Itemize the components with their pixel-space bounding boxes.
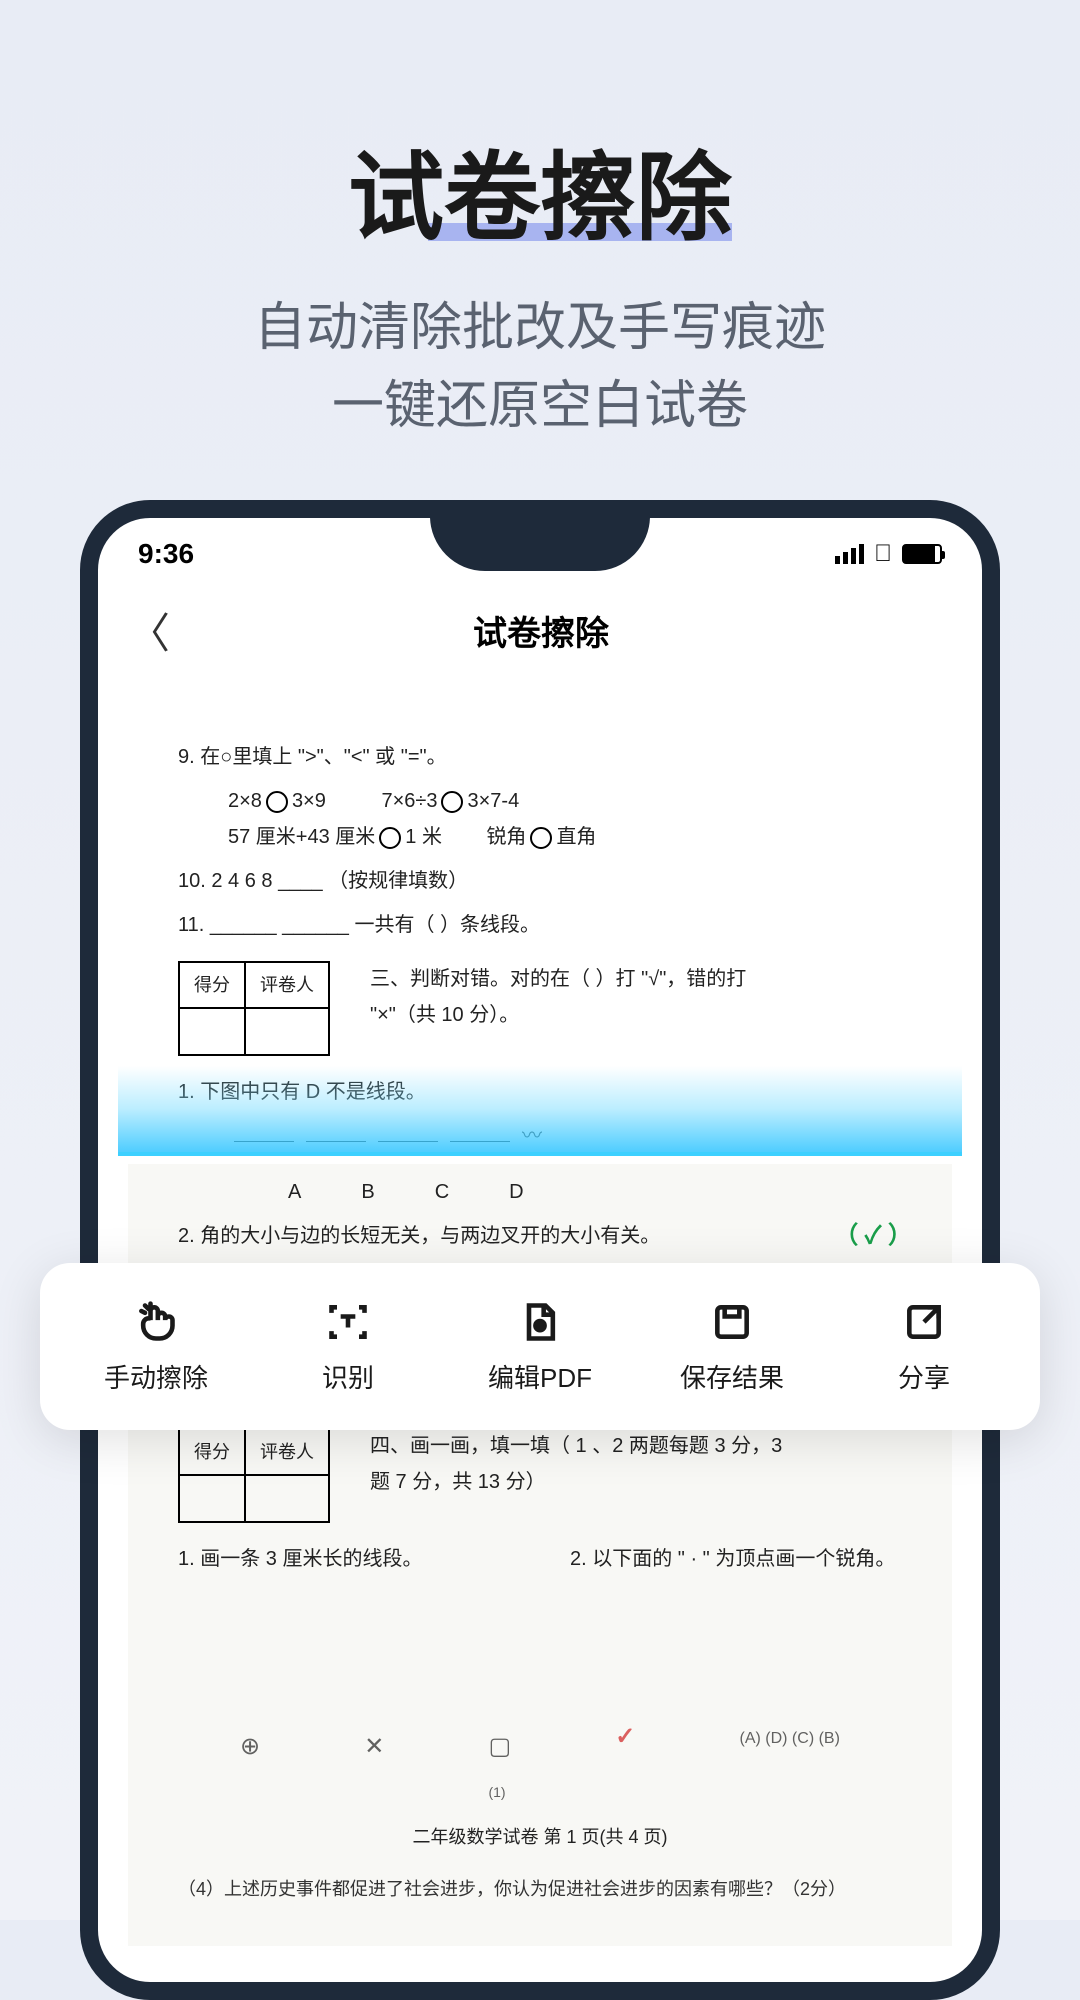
save-result-button[interactable]: 保存结果 (636, 1298, 828, 1395)
question-11: 11. ______ ______ 一共有（ ）条线段。 (178, 907, 932, 943)
score-table: 得分评卷人 (178, 961, 330, 1056)
pdf-icon (444, 1298, 636, 1346)
share-button[interactable]: 分享 (828, 1298, 1020, 1395)
red-check-icon: ✓ (615, 1715, 635, 1801)
save-icon (636, 1298, 828, 1346)
signal-icon (835, 544, 864, 564)
wifi-icon: 􀙇 (874, 540, 892, 568)
phone-mockup: 9:36 􀙇 〈 试卷擦除 9. 在○里填上 ">"、"<" 或 "="。 2×… (80, 500, 1000, 2000)
status-time: 9:36 (138, 538, 194, 570)
answer-doodles: ⊕✕▢(1)✓(A) (D) (C) (B) (188, 1725, 892, 1811)
app-header: 〈 试卷擦除 (98, 580, 982, 681)
footer-question: （4）上述历史事件都促进了社会进步，你认为促进社会进步的因素有哪些？（2分） (178, 1873, 902, 1905)
check-mark-icon: （ ✓ ） (834, 1214, 912, 1257)
hero-subtitle: 自动清除批改及手写痕迹 一键还原空白试卷 (0, 289, 1080, 445)
manual-erase-button[interactable]: 手动擦除 (60, 1298, 252, 1395)
section-3-title: 三、判断对错。对的在（ ）打 "√"，错的打 "×"（共 10 分）。 (370, 961, 790, 1033)
edit-pdf-button[interactable]: 编辑PDF (444, 1298, 636, 1395)
scan-line-effect (118, 1066, 962, 1156)
scan-text-icon (252, 1298, 444, 1346)
question-10: 10. 2 4 6 8 ____ （按规律填数） (178, 863, 932, 899)
hero-title: 试卷擦除 (348, 120, 732, 259)
tf-question-2: 2. 角的大小与边的长短无关，与两边叉开的大小有关。 (178, 1218, 660, 1254)
score-table-2: 得分评卷人 (178, 1428, 330, 1523)
hand-tap-icon (60, 1298, 252, 1346)
section-4-title: 四、画一画，填一填（ 1 、2 两题每题 3 分，3 题 7 分，共 13 分） (370, 1428, 790, 1500)
bottom-toolbar: 手动擦除 识别 编辑PDF 保存结果 分享 (40, 1263, 1040, 1430)
recognize-button[interactable]: 识别 (252, 1298, 444, 1395)
draw-question-1: 1. 画一条 3 厘米长的线段。 (178, 1541, 540, 1577)
draw-question-2: 2. 以下面的 " · " 为顶点画一个锐角。 (570, 1541, 932, 1577)
question-9: 9. 在○里填上 ">"、"<" 或 "="。 (178, 739, 932, 775)
battery-icon (902, 544, 942, 564)
back-button[interactable]: 〈 (128, 600, 170, 661)
share-icon (828, 1298, 1020, 1346)
phone-notch (430, 516, 650, 571)
hero-section: 试卷擦除 自动清除批改及手写痕迹 一键还原空白试卷 (0, 0, 1080, 445)
app-title: 试卷擦除 (170, 606, 912, 655)
page-number: 二年级数学试卷 第 1 页(共 4 页) (148, 1821, 932, 1853)
